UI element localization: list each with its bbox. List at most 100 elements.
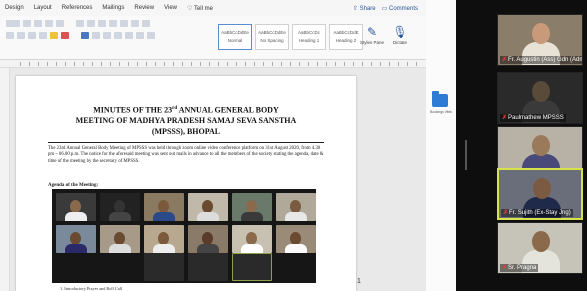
participant-video (532, 135, 550, 156)
participant-tile[interactable]: ✗Fr. Augustin (Ass) Gdn (Adm) (497, 14, 583, 66)
style-no-spacing[interactable]: AaBbCcDdEe No Spacing (255, 24, 289, 50)
menu-references[interactable]: References (57, 5, 98, 11)
ruler-tick (209, 62, 210, 66)
page-number: 1 (357, 278, 361, 285)
font-size-box[interactable] (6, 20, 20, 27)
highlight-icon[interactable] (50, 32, 58, 39)
menu-layout[interactable]: Layout (29, 5, 57, 11)
style-normal[interactable]: AaBbCcDdEe Normal (218, 24, 252, 50)
ruler-tick (344, 62, 345, 66)
panel-resize-handle[interactable] (465, 140, 467, 170)
participant-name: ✗Fr. Augustin (Ass) Gdn (Adm) (500, 56, 582, 64)
dictate-button[interactable]: 🎙 Dictate (388, 24, 412, 52)
ruler-tick (236, 62, 237, 66)
grow-font-icon[interactable] (23, 20, 31, 27)
pilcrow-icon[interactable] (142, 20, 150, 27)
ruler-tick (416, 62, 417, 66)
document-page[interactable]: MINUTES OF THE 23rd ANNUAL GENERAL BODY … (16, 76, 356, 291)
participant-tile[interactable]: ✗Paulmathew MPSSS (497, 72, 583, 124)
folder-label[interactable]: Bookings Vitek (427, 110, 455, 114)
comments-button[interactable]: ▭ Comments (382, 5, 418, 12)
agenda-heading: Agenda of the Meeting: (48, 183, 99, 188)
participant-name: ✗Fr. Sujith (Ex-Stay Jng) (501, 209, 573, 217)
case-icon[interactable] (45, 20, 53, 27)
ruler-tick (227, 62, 228, 66)
ruler-tick (281, 62, 282, 66)
align-left-icon[interactable] (81, 32, 89, 39)
indent-icon[interactable] (109, 20, 117, 27)
ruler-tick (398, 62, 399, 66)
style-heading-1[interactable]: AaBbCcDc Heading 1 (292, 24, 326, 50)
muted-mic-icon: ✗ (503, 210, 509, 216)
zoom-gallery-panel: ✗Fr. Augustin (Ass) Gdn (Adm) ✗Paulmathew… (456, 0, 587, 291)
outdent-icon[interactable] (120, 20, 128, 27)
shading-icon[interactable] (136, 32, 144, 39)
grid-tile (232, 225, 272, 253)
ribbon: AaBbCcDdEe Normal AaBbCcDdEe No Spacing … (0, 16, 426, 60)
ruler-tick (164, 62, 165, 66)
muted-mic-icon: ✗ (502, 115, 508, 121)
menu-design[interactable]: Design (0, 5, 29, 11)
sort-icon[interactable] (131, 20, 139, 27)
folder-icon[interactable] (432, 91, 448, 107)
ribbon-row-2 (6, 32, 155, 39)
menu-view[interactable]: View (159, 5, 182, 11)
grid-tile (232, 253, 272, 281)
vertical-ruler[interactable] (0, 68, 10, 291)
numbering-icon[interactable] (87, 20, 95, 27)
menu-bar: Design Layout References Mailings Review… (0, 0, 426, 16)
ruler-tick (308, 62, 309, 66)
ruler-tick (263, 62, 264, 66)
bullets-icon[interactable] (76, 20, 84, 27)
menu-mailings[interactable]: Mailings (97, 5, 129, 11)
horizontal-ruler[interactable] (0, 60, 426, 68)
align-right-icon[interactable] (103, 32, 111, 39)
ruler-tick (65, 62, 66, 66)
ruler-tick (128, 62, 129, 66)
ruler-tick (146, 62, 147, 66)
shrink-font-icon[interactable] (34, 20, 42, 27)
align-center-icon[interactable] (92, 32, 100, 39)
font-color-icon[interactable] (61, 32, 69, 39)
grid-tile (276, 225, 316, 253)
borders-icon[interactable] (147, 32, 155, 39)
share-button[interactable]: ⇧ Share (353, 5, 376, 12)
title-rule (48, 142, 324, 143)
ruler-tick (389, 62, 390, 66)
styles-pane-button[interactable]: ✎ Styles Pane (360, 24, 384, 52)
clear-format-icon[interactable] (56, 20, 64, 27)
multilevel-icon[interactable] (98, 20, 106, 27)
menu-review[interactable]: Review (129, 5, 159, 11)
participant-video (532, 23, 550, 44)
embedded-zoom-screenshot (52, 189, 316, 283)
style-heading-2[interactable]: AaBbCcDdE Heading 2 (329, 24, 363, 50)
ruler-tick (92, 62, 93, 66)
grid-tile (232, 193, 272, 221)
participant-tile[interactable]: ✗Fr. Sujith (Ex-Stay Jng) (497, 168, 583, 220)
justify-icon[interactable] (114, 32, 122, 39)
ruler-tick (191, 62, 192, 66)
ruler-tick (38, 62, 39, 66)
participant-tile[interactable]: ✗Sr. Pragna (497, 222, 583, 274)
file-explorer-strip: Bookings Vitek (426, 0, 456, 291)
ruler-tick (335, 62, 336, 66)
ruler-tick (83, 62, 84, 66)
tell-me-search[interactable]: ♡ Tell me (182, 5, 218, 12)
ruler-tick (407, 62, 408, 66)
ruler-tick (110, 62, 111, 66)
line-spacing-icon[interactable] (125, 32, 133, 39)
strikethrough-icon[interactable] (39, 32, 47, 39)
ruler-tick (119, 62, 120, 66)
participant-name: ✗Paulmathew MPSSS (500, 114, 566, 122)
ruler-tick (353, 62, 354, 66)
italic-icon[interactable] (17, 32, 25, 39)
underline-icon[interactable] (28, 32, 36, 39)
grid-tile (188, 193, 228, 221)
grid-tile (56, 193, 96, 221)
screen: Design Layout References Mailings Review… (0, 0, 587, 291)
bold-icon[interactable] (6, 32, 14, 39)
ruler-tick (290, 62, 291, 66)
grid-tile (100, 225, 140, 253)
ruler-tick (317, 62, 318, 66)
ruler-tick (218, 62, 219, 66)
